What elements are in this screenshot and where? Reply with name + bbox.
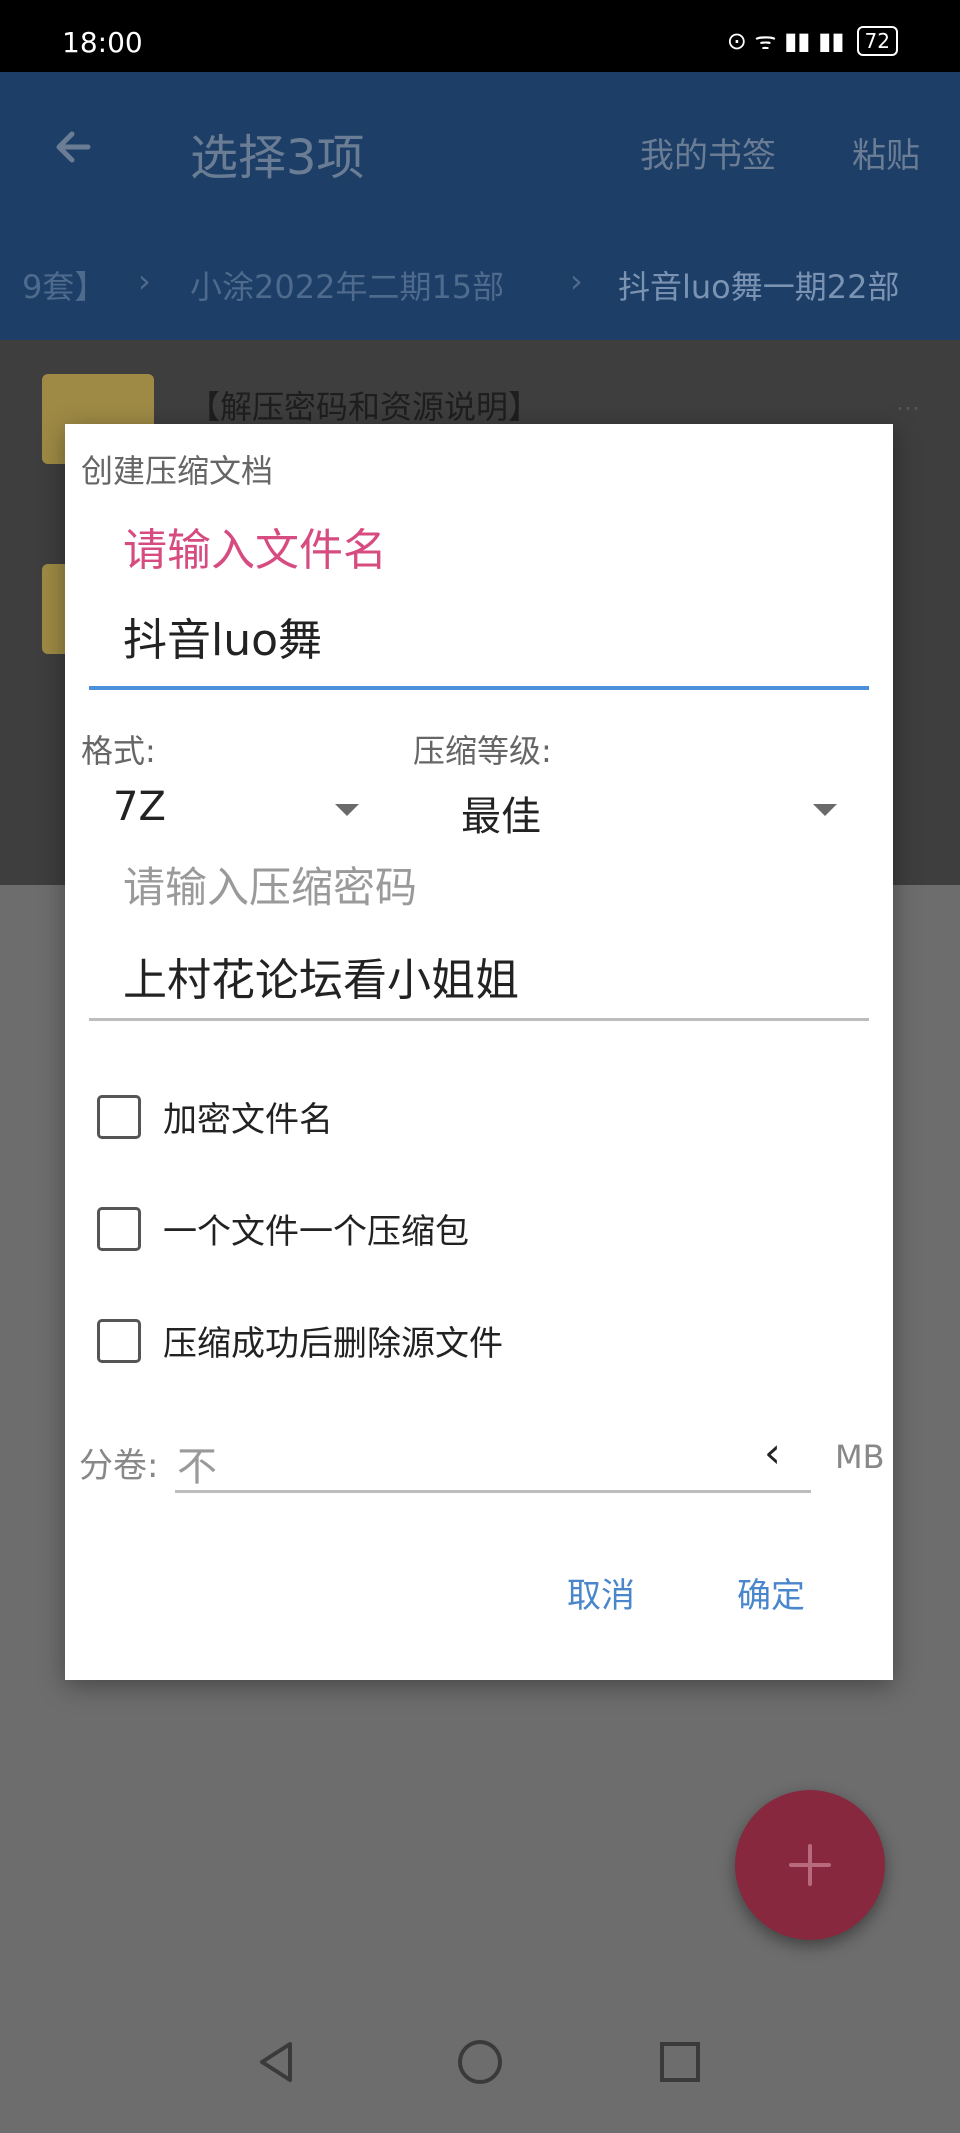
option-label: 压缩成功后删除源文件: [163, 1324, 503, 1364]
cancel-button[interactable]: 取消: [567, 1568, 635, 1617]
password-underline: [89, 1018, 869, 1021]
option-label: 加密文件名: [163, 1100, 333, 1140]
bookmarks-button[interactable]: 我的书签: [640, 128, 776, 177]
home-circle-icon[interactable]: [450, 2032, 510, 2092]
plus-icon: [789, 1844, 831, 1886]
breadcrumb-item-current[interactable]: 抖音luo舞一期22部: [618, 262, 899, 308]
status-signal-icons: ⊙ ᯤ ▮▮ ▮▮: [726, 27, 845, 55]
option-delete-source[interactable]: 压缩成功后删除源文件: [97, 1316, 503, 1365]
battery-icon: 72: [856, 25, 898, 56]
format-value: 7Z: [113, 784, 166, 830]
paste-button[interactable]: 粘贴: [852, 128, 920, 177]
breadcrumb-separator: ›: [570, 262, 583, 300]
level-value: 最佳: [461, 794, 541, 840]
add-fab-button[interactable]: [735, 1790, 885, 1940]
dropdown-arrow-icon: [335, 804, 359, 816]
breadcrumb-item[interactable]: 9套】: [22, 262, 106, 308]
system-nav-bar: [0, 2010, 960, 2133]
option-encrypt-filenames[interactable]: 加密文件名: [97, 1092, 333, 1141]
checkbox[interactable]: [97, 1206, 141, 1251]
arrow-back-icon[interactable]: [48, 122, 98, 172]
filename-hint: 请输入文件名: [123, 525, 387, 576]
option-one-archive-per-file[interactable]: 一个文件一个压缩包: [97, 1204, 469, 1253]
level-label: 压缩等级:: [413, 732, 552, 770]
confirm-button[interactable]: 确定: [737, 1568, 805, 1617]
format-label: 格式:: [81, 732, 156, 770]
list-item-meta: …: [896, 388, 920, 416]
checkbox[interactable]: [97, 1318, 141, 1363]
back-triangle-icon[interactable]: [246, 2032, 306, 2092]
create-archive-dialog: 创建压缩文档 请输入文件名 抖音luo舞 格式: 压缩等级: 7Z 最佳 请输入…: [65, 424, 893, 1680]
list-item-title[interactable]: 【解压密码和资源说明】: [188, 382, 540, 428]
volume-label: 分卷:: [79, 1446, 159, 1486]
status-time: 18:00: [62, 26, 143, 59]
option-label: 一个文件一个压缩包: [163, 1212, 469, 1252]
chevron-left-icon[interactable]: ‹: [764, 1428, 800, 1478]
password-input[interactable]: 上村花论坛看小姐姐: [123, 944, 519, 1008]
page-title: 选择3项: [190, 130, 365, 186]
status-bar: 18:00 ⊙ ᯤ ▮▮ ▮▮ 72: [0, 0, 960, 72]
dropdown-arrow-icon: [813, 804, 837, 816]
volume-underline: [175, 1490, 811, 1493]
filename-input[interactable]: 抖音luo舞: [123, 604, 322, 668]
password-hint: 请输入压缩密码: [123, 863, 418, 912]
dialog-title: 创建压缩文档: [81, 452, 274, 490]
breadcrumb-separator: ›: [138, 262, 151, 300]
checkbox[interactable]: [97, 1094, 141, 1139]
recents-square-icon[interactable]: [650, 2032, 710, 2092]
filename-underline: [89, 686, 869, 690]
volume-unit: MB: [835, 1438, 885, 1476]
app-bar: 选择3项 我的书签 粘贴 9套】 › 小涂2022年二期15部 › 抖音luo舞…: [0, 72, 960, 340]
volume-input[interactable]: 不: [177, 1434, 217, 1492]
breadcrumb-item[interactable]: 小涂2022年二期15部: [190, 262, 504, 308]
status-icons: ⊙ ᯤ ▮▮ ▮▮ 72: [727, 24, 898, 57]
